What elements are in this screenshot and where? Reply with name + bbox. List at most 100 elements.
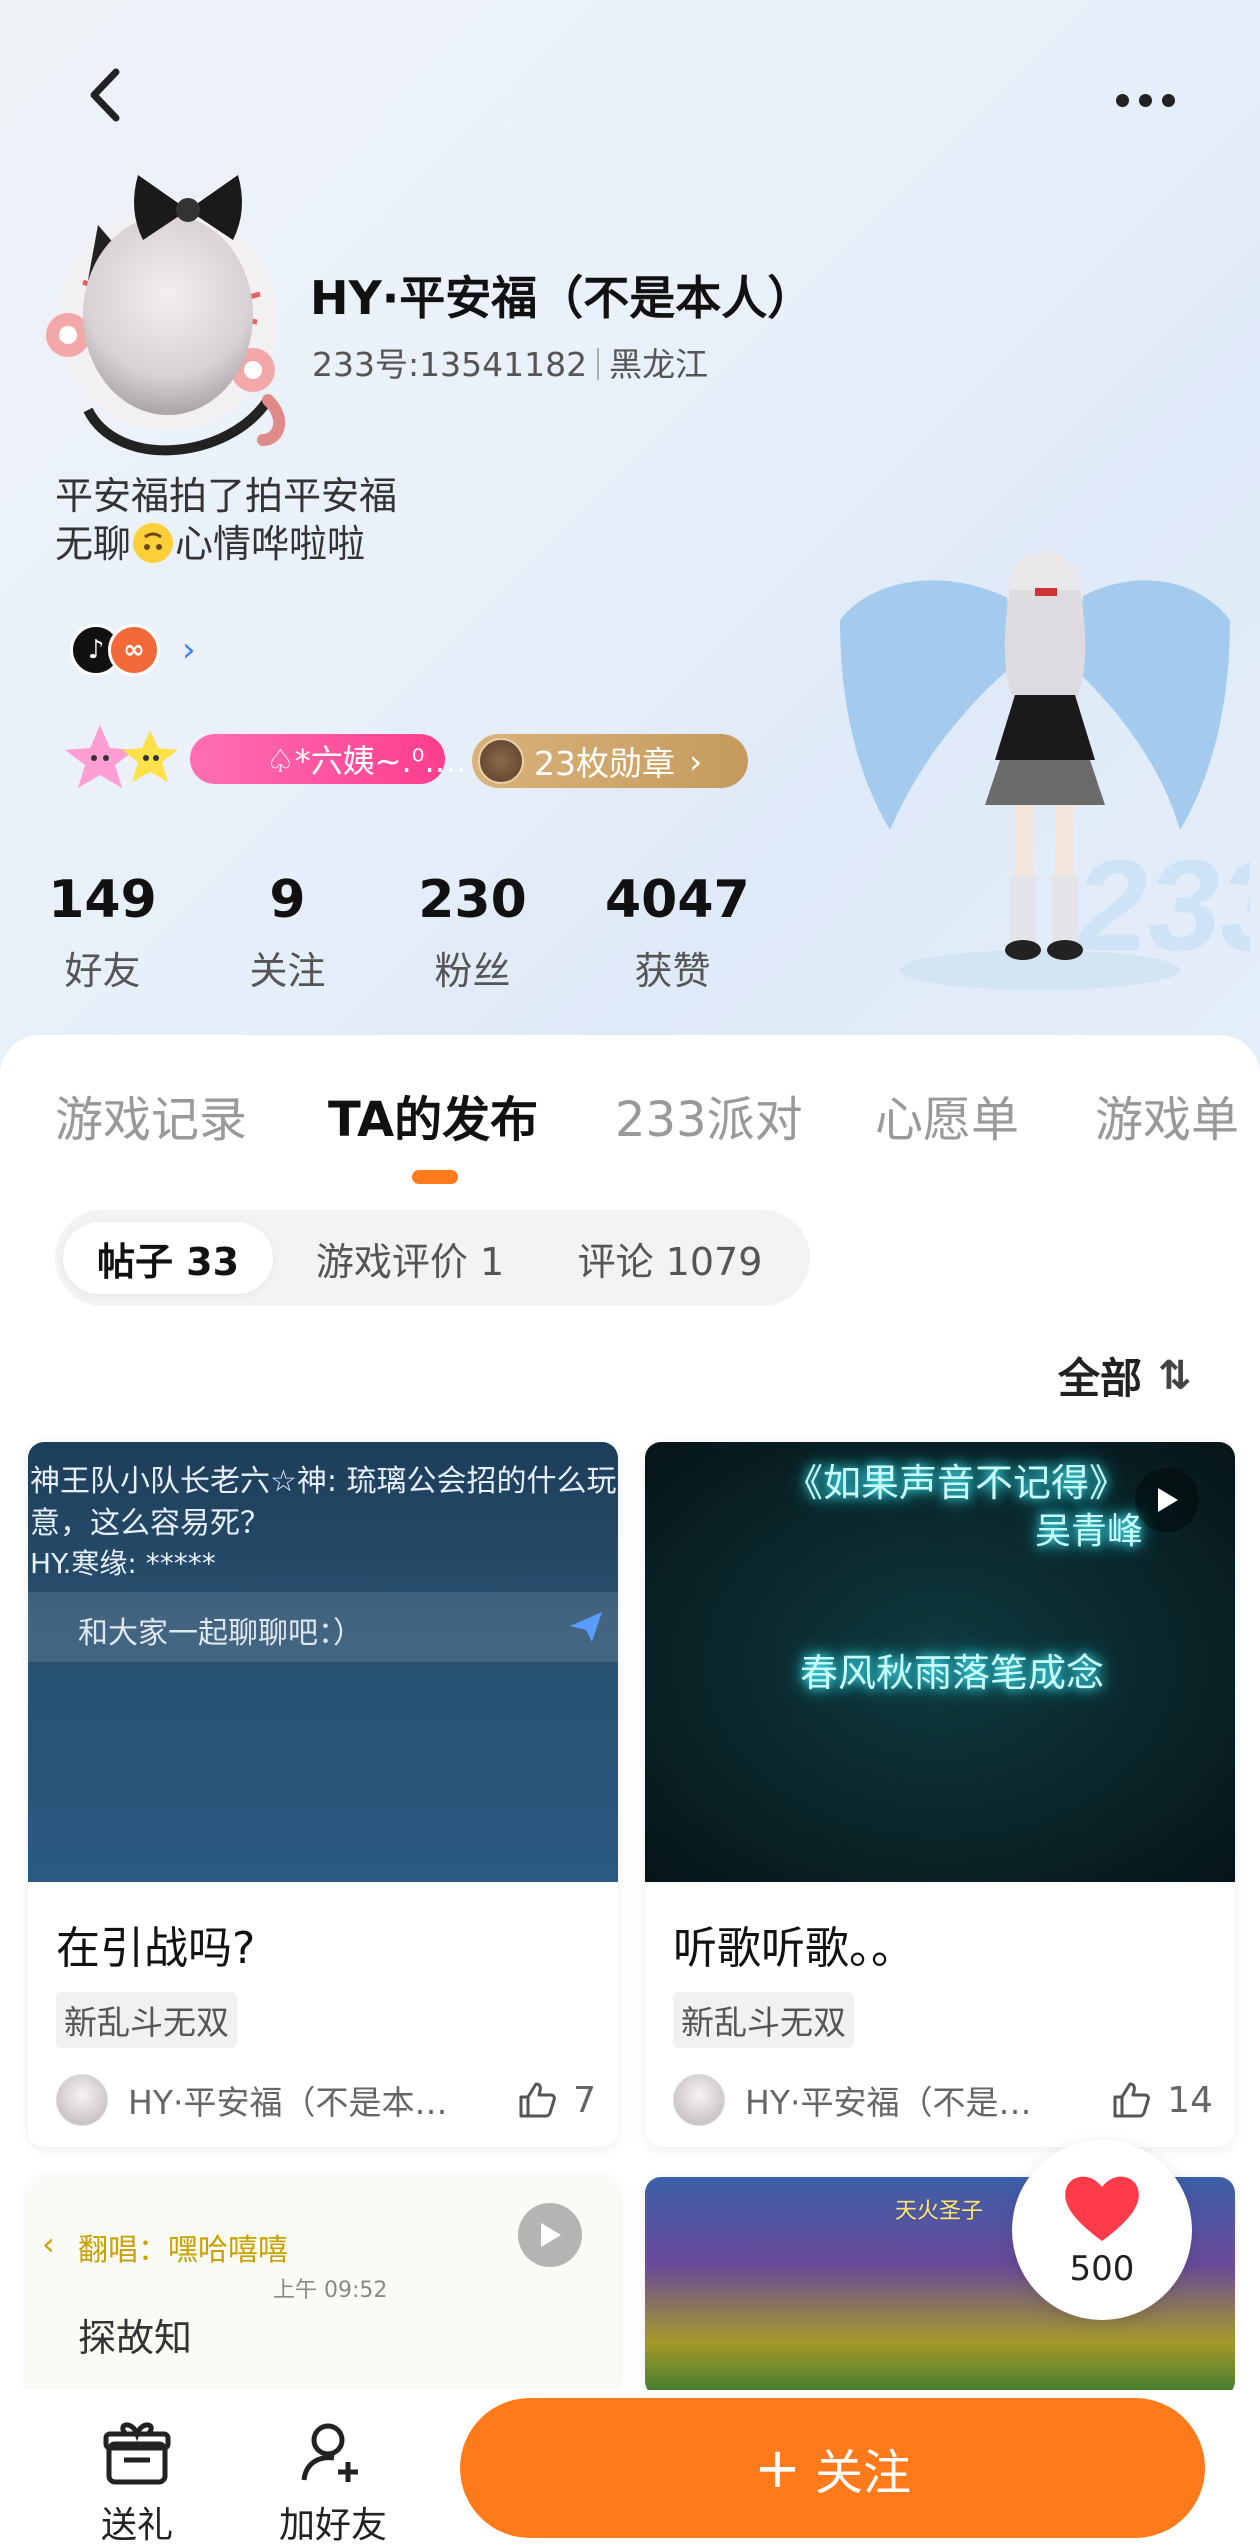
post-game-tag[interactable]: 新乱斗无双 (673, 1992, 854, 2048)
stat-value: 4047 (605, 870, 750, 930)
bio-text: 无聊 (55, 522, 132, 566)
thumbs-up-icon (519, 2082, 556, 2118)
stat-value: 149 (48, 870, 157, 930)
post-thumbnail: 神王队小队长老六☆神: 琉璃公会招的什么玩 意，这么容易死？ HY.寒缘: **… (28, 1442, 618, 1882)
thumb-time: 上午 09:52 (273, 2278, 388, 2303)
medal-badge[interactable]: 23枚勋章 › (472, 734, 748, 788)
bio-line: 无聊 心情哗啦啦 (55, 520, 397, 568)
post-card[interactable]: ‹ 翻唱：嘿哈嘻嘻 上午 09:52 探故知 (28, 2177, 618, 2397)
profile-region: 黑龙江 (609, 345, 709, 384)
thumb-text: HY.寒缘: ***** (30, 1547, 216, 1580)
stat-likes[interactable]: 4047 获赞 (605, 870, 750, 995)
tab-posts[interactable]: TA的发布 (328, 1080, 538, 1150)
sort-icon: ⇅ (1158, 1352, 1192, 1399)
add-user-icon (301, 2423, 358, 2482)
like-button[interactable]: 14 (1111, 2072, 1213, 2128)
thumb-text: 吴青峰 (1035, 1511, 1144, 1552)
post-filter-tabs: 帖子 33 游戏评价 1 评论 1079 (55, 1210, 810, 1306)
tab-game-list[interactable]: 游戏单 (1095, 1080, 1239, 1150)
post-title: 在引战吗? (56, 1923, 256, 1974)
social-links[interactable]: ♪ ∞ › (70, 622, 196, 678)
profile-id[interactable]: 233号:13541182 (312, 345, 587, 384)
profile-tabs: 游戏记录 TA的发布 233派对 心愿单 游戏单 (0, 1080, 1260, 1160)
thumb-chat-bar: 和大家一起聊聊吧：） (28, 1592, 618, 1662)
stat-label: 获赞 (634, 949, 711, 993)
post-author: HY·平安福（不是本… 7 (56, 2072, 596, 2128)
add-friend-label: 加好友 (278, 2505, 387, 2546)
chevron-left-icon (90, 68, 120, 122)
title-badge[interactable]: ♤*六姨~.⁰.… (60, 720, 467, 788)
stat-value: 9 (269, 870, 306, 930)
medal-label: 23枚勋章 (534, 744, 675, 783)
profile-id-region: 233号:13541182 黑龙江 (312, 338, 708, 386)
post-title: 听歌听歌。。 (673, 1923, 915, 1974)
stat-label: 关注 (249, 949, 326, 993)
active-tab-indicator (412, 1170, 458, 1184)
thumb-text: 意，这么容易死？ (30, 1506, 270, 1541)
post-game-tag[interactable]: 新乱斗无双 (56, 1992, 237, 2048)
bow-icon (134, 175, 242, 240)
post-thumbnail: ‹ 翻唱：嘿哈嘻嘻 上午 09:52 探故知 (28, 2177, 618, 2397)
follow-button[interactable]: + 关注 (460, 2398, 1205, 2538)
plus-icon: + (754, 2435, 801, 2501)
like-float-count: 500 (1069, 2249, 1135, 2289)
subtab-posts[interactable]: 帖子 33 (63, 1222, 273, 1294)
stat-label: 粉丝 (434, 949, 511, 993)
avatar-3d-character[interactable]: 233 (830, 530, 1250, 1010)
follow-label: 关注 (814, 2445, 911, 2501)
author-name: HY·平安福（不是本… (128, 2083, 448, 2122)
like-count: 7 (573, 2079, 596, 2121)
subtab-comments[interactable]: 评论 1079 (545, 1222, 795, 1294)
gift-icon (103, 2422, 171, 2485)
hy-app-icon[interactable]: ∞ (108, 624, 160, 676)
post-card[interactable]: 《如果声音不记得》 吴青峰 春风秋雨落笔成念 听歌听歌。。 新乱斗无双 HY·平… (645, 1442, 1235, 2147)
tab-game-records[interactable]: 游戏记录 (55, 1080, 247, 1150)
avatar[interactable] (28, 170, 298, 460)
post-card[interactable]: 神王队小队长老六☆神: 琉璃公会招的什么玩 意，这么容易死？ HY.寒缘: **… (28, 1442, 618, 2147)
like-button[interactable]: 7 (517, 2072, 596, 2128)
bio-line: 平安福拍了拍平安福 (55, 474, 398, 518)
thumb-header: 翻唱：嘿哈嘻嘻 (78, 2233, 288, 2268)
profile-stats: 149 好友 9 关注 230 粉丝 4047 获赞 (40, 870, 750, 995)
star-badge-icon (65, 725, 178, 788)
subtab-reviews[interactable]: 游戏评价 1 (290, 1222, 530, 1294)
thumbs-up-icon (1113, 2082, 1151, 2118)
stat-label: 好友 (64, 949, 141, 993)
more-dot-icon (1161, 93, 1175, 107)
title-badge-label: ♤*六姨~.⁰.… (190, 734, 467, 784)
back-button[interactable] (70, 60, 140, 130)
play-icon (1158, 1488, 1178, 1512)
play-button[interactable] (518, 2203, 582, 2267)
thumb-text: 《如果声音不记得》 (785, 1461, 1128, 1505)
play-icon (541, 2223, 561, 2247)
thumb-back-icon: ‹ (42, 2225, 55, 2263)
more-options-button[interactable] (1105, 70, 1185, 130)
thumb-text: 天火圣子 (895, 2199, 984, 2224)
more-dot-icon (1138, 93, 1152, 107)
sort-control[interactable]: 全部 ⇅ (1058, 1345, 1192, 1406)
thumb-text: 神王队小队长老六☆神: 琉璃公会招的什么玩 (30, 1464, 617, 1499)
tab-233-party[interactable]: 233派对 (615, 1080, 803, 1150)
send-icon (570, 1612, 602, 1642)
play-button[interactable] (1135, 1468, 1199, 1532)
more-dot-icon (1115, 93, 1129, 107)
stat-followers[interactable]: 230 粉丝 (410, 870, 535, 995)
author-avatar (56, 2074, 108, 2126)
divider (597, 348, 600, 380)
like-float-button[interactable]: 500 (1012, 2140, 1192, 2320)
add-friend-button[interactable]: 加好友 (268, 2420, 398, 2546)
bio-text: 心情哗啦啦 (175, 522, 366, 566)
thumb-body: 探故知 (78, 2316, 193, 2360)
gift-button[interactable]: 送礼 (72, 2420, 202, 2546)
post-author: HY·平安福（不是… 14 (673, 2072, 1213, 2128)
author-avatar (673, 2074, 725, 2126)
stat-following[interactable]: 9 关注 (225, 870, 350, 995)
chevron-right-icon: › (689, 741, 703, 781)
tab-wishlist[interactable]: 心愿单 (875, 1080, 1019, 1150)
profile-bio: 平安福拍了拍平安福 无聊 心情哗啦啦 (55, 472, 397, 568)
thumb-text: 春风秋雨落笔成念 (800, 1651, 1105, 1695)
profile-name: HY·平安福（不是本人） (310, 271, 814, 325)
stat-friends[interactable]: 149 好友 (40, 870, 165, 995)
chevron-right-icon[interactable]: › (182, 630, 196, 670)
post-thumbnail: 《如果声音不记得》 吴青峰 春风秋雨落笔成念 (645, 1442, 1235, 1882)
